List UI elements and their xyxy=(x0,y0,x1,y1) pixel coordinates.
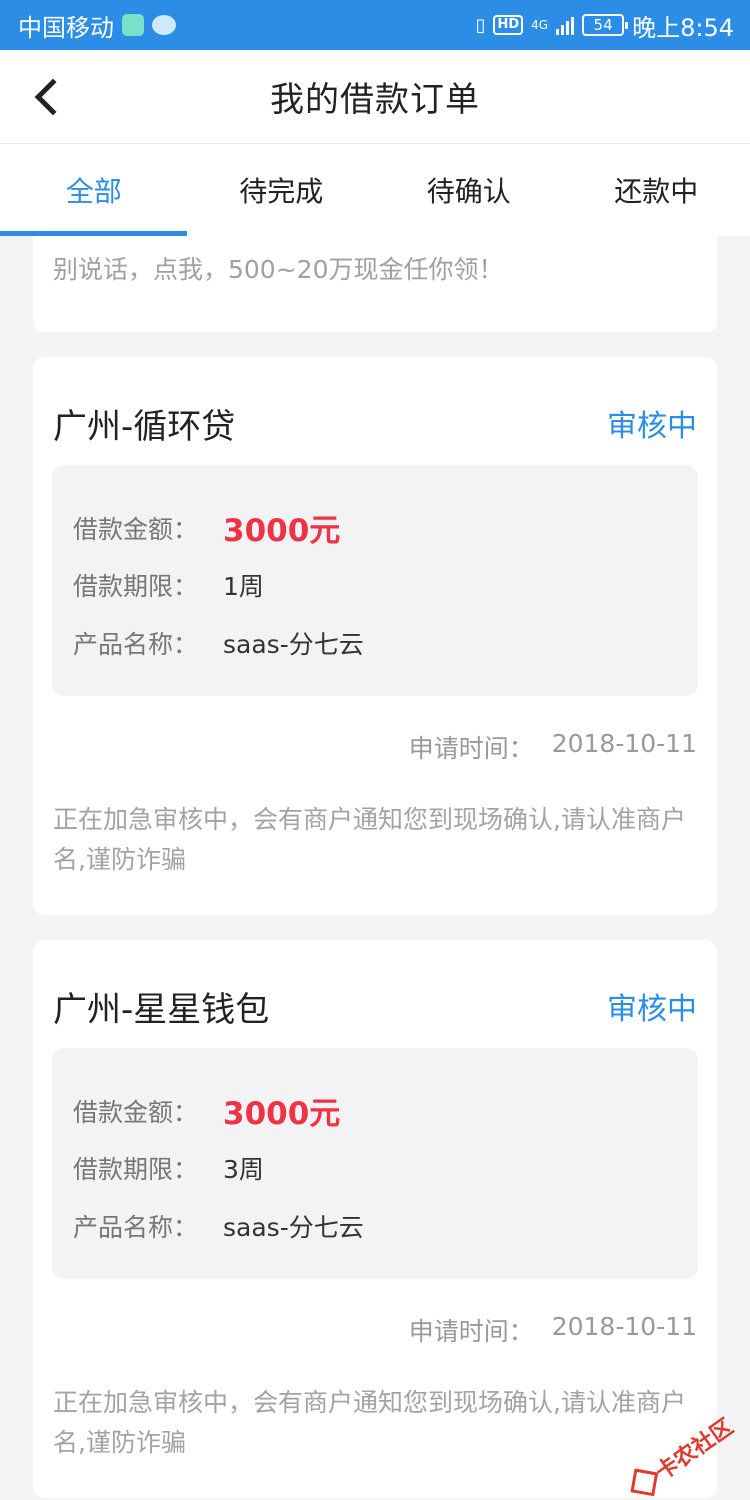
vibrate-icon: ▯ xyxy=(475,14,486,36)
order-status: 审核中 xyxy=(607,992,697,1027)
product-row: 产品名称： saas-分七云 xyxy=(73,1208,364,1244)
amount-value: 3000元 xyxy=(223,513,341,549)
order-info-box: 借款金额： 3000元 借款期限： 3周 产品名称： saas-分七云 xyxy=(52,1048,698,1279)
amount-label: 借款金额： xyxy=(73,1097,199,1127)
order-title: 广州-循环贷 xyxy=(53,407,236,447)
status-bar-right: ▯ HD 4G 54 晚上8:54 xyxy=(476,8,734,43)
signal-icon xyxy=(556,15,575,35)
page-title: 我的借款订单 xyxy=(270,80,480,120)
carrier-name: 中国移动 xyxy=(18,13,114,42)
status-bar: 中国移动 ▯ HD 4G 54 晚上8:54 xyxy=(0,0,750,50)
term-label: 借款期限： xyxy=(73,572,199,601)
apply-time: 申请时间： 2018-10-11 xyxy=(409,729,697,765)
order-info-box: 借款金额： 3000元 借款期限： 1周 产品名称： saas-分七云 xyxy=(52,465,698,696)
tab-all[interactable]: 全部 xyxy=(0,144,188,236)
order-title: 广州-星星钱包 xyxy=(53,990,270,1030)
order-card[interactable]: 广州-星星钱包 审核中 借款金额： 3000元 借款期限： 3周 产品名称： s… xyxy=(33,940,717,1498)
app-header: 我的借款订单 xyxy=(0,50,750,144)
tab-repaying[interactable]: 还款中 xyxy=(563,144,750,236)
term-label: 借款期限： xyxy=(73,1155,199,1184)
tab-to-confirm[interactable]: 待确认 xyxy=(375,144,563,236)
chat-bubble-icon xyxy=(152,15,176,35)
apply-time-label: 申请时间： xyxy=(408,734,534,763)
watermark-logo-icon xyxy=(630,1468,659,1497)
tab-pending[interactable]: 待完成 xyxy=(188,144,376,236)
product-label: 产品名称： xyxy=(73,1213,199,1242)
promo-banner[interactable]: 别说话，点我，500~20万现金任你领！ xyxy=(33,236,717,332)
amount-row: 借款金额： 3000元 xyxy=(73,505,340,550)
product-value: saas-分七云 xyxy=(223,630,364,659)
apply-time-value: 2018-10-11 xyxy=(551,729,697,758)
product-row: 产品名称： saas-分七云 xyxy=(73,625,364,661)
chevron-left-icon xyxy=(34,78,72,116)
order-list[interactable]: 别说话，点我，500~20万现金任你领！ 广州-循环贷 审核中 借款金额： 30… xyxy=(0,236,750,1500)
term-value: 1周 xyxy=(223,572,264,601)
battery-icon: 54 xyxy=(582,14,629,36)
apply-time: 申请时间： 2018-10-11 xyxy=(409,1312,697,1348)
term-value: 3周 xyxy=(223,1155,264,1184)
cloud-app-icon xyxy=(122,14,144,36)
term-row: 借款期限： 1周 xyxy=(73,567,264,603)
network-type: 4G xyxy=(531,18,549,32)
product-value: saas-分七云 xyxy=(223,1213,364,1242)
order-note: 正在加急审核中，会有商户通知您到现场确认,请认准商户名,谨防诈骗 xyxy=(53,1388,686,1457)
order-card[interactable]: 广州-循环贷 审核中 借款金额： 3000元 借款期限： 1周 产品名称： sa… xyxy=(33,357,717,915)
order-status: 审核中 xyxy=(607,409,697,444)
amount-value: 3000元 xyxy=(223,1096,341,1132)
apply-time-label: 申请时间： xyxy=(408,1317,534,1346)
status-bar-left: 中国移动 xyxy=(18,8,176,43)
clock: 晚上8:54 xyxy=(632,13,734,42)
product-label: 产品名称： xyxy=(73,630,199,659)
order-note: 正在加急审核中，会有商户通知您到现场确认,请认准商户名,谨防诈骗 xyxy=(53,805,686,874)
hd-icon: HD xyxy=(493,15,524,35)
promo-banner-text: 别说话，点我，500~20万现金任你领！ xyxy=(53,255,504,284)
amount-label: 借款金额： xyxy=(73,514,199,544)
apply-time-value: 2018-10-11 xyxy=(551,1312,697,1341)
back-button[interactable] xyxy=(26,70,72,124)
term-row: 借款期限： 3周 xyxy=(73,1150,264,1186)
battery-level: 54 xyxy=(593,16,613,34)
order-tabs: 全部 待完成 待确认 还款中 xyxy=(0,144,750,236)
amount-row: 借款金额： 3000元 xyxy=(73,1088,340,1133)
